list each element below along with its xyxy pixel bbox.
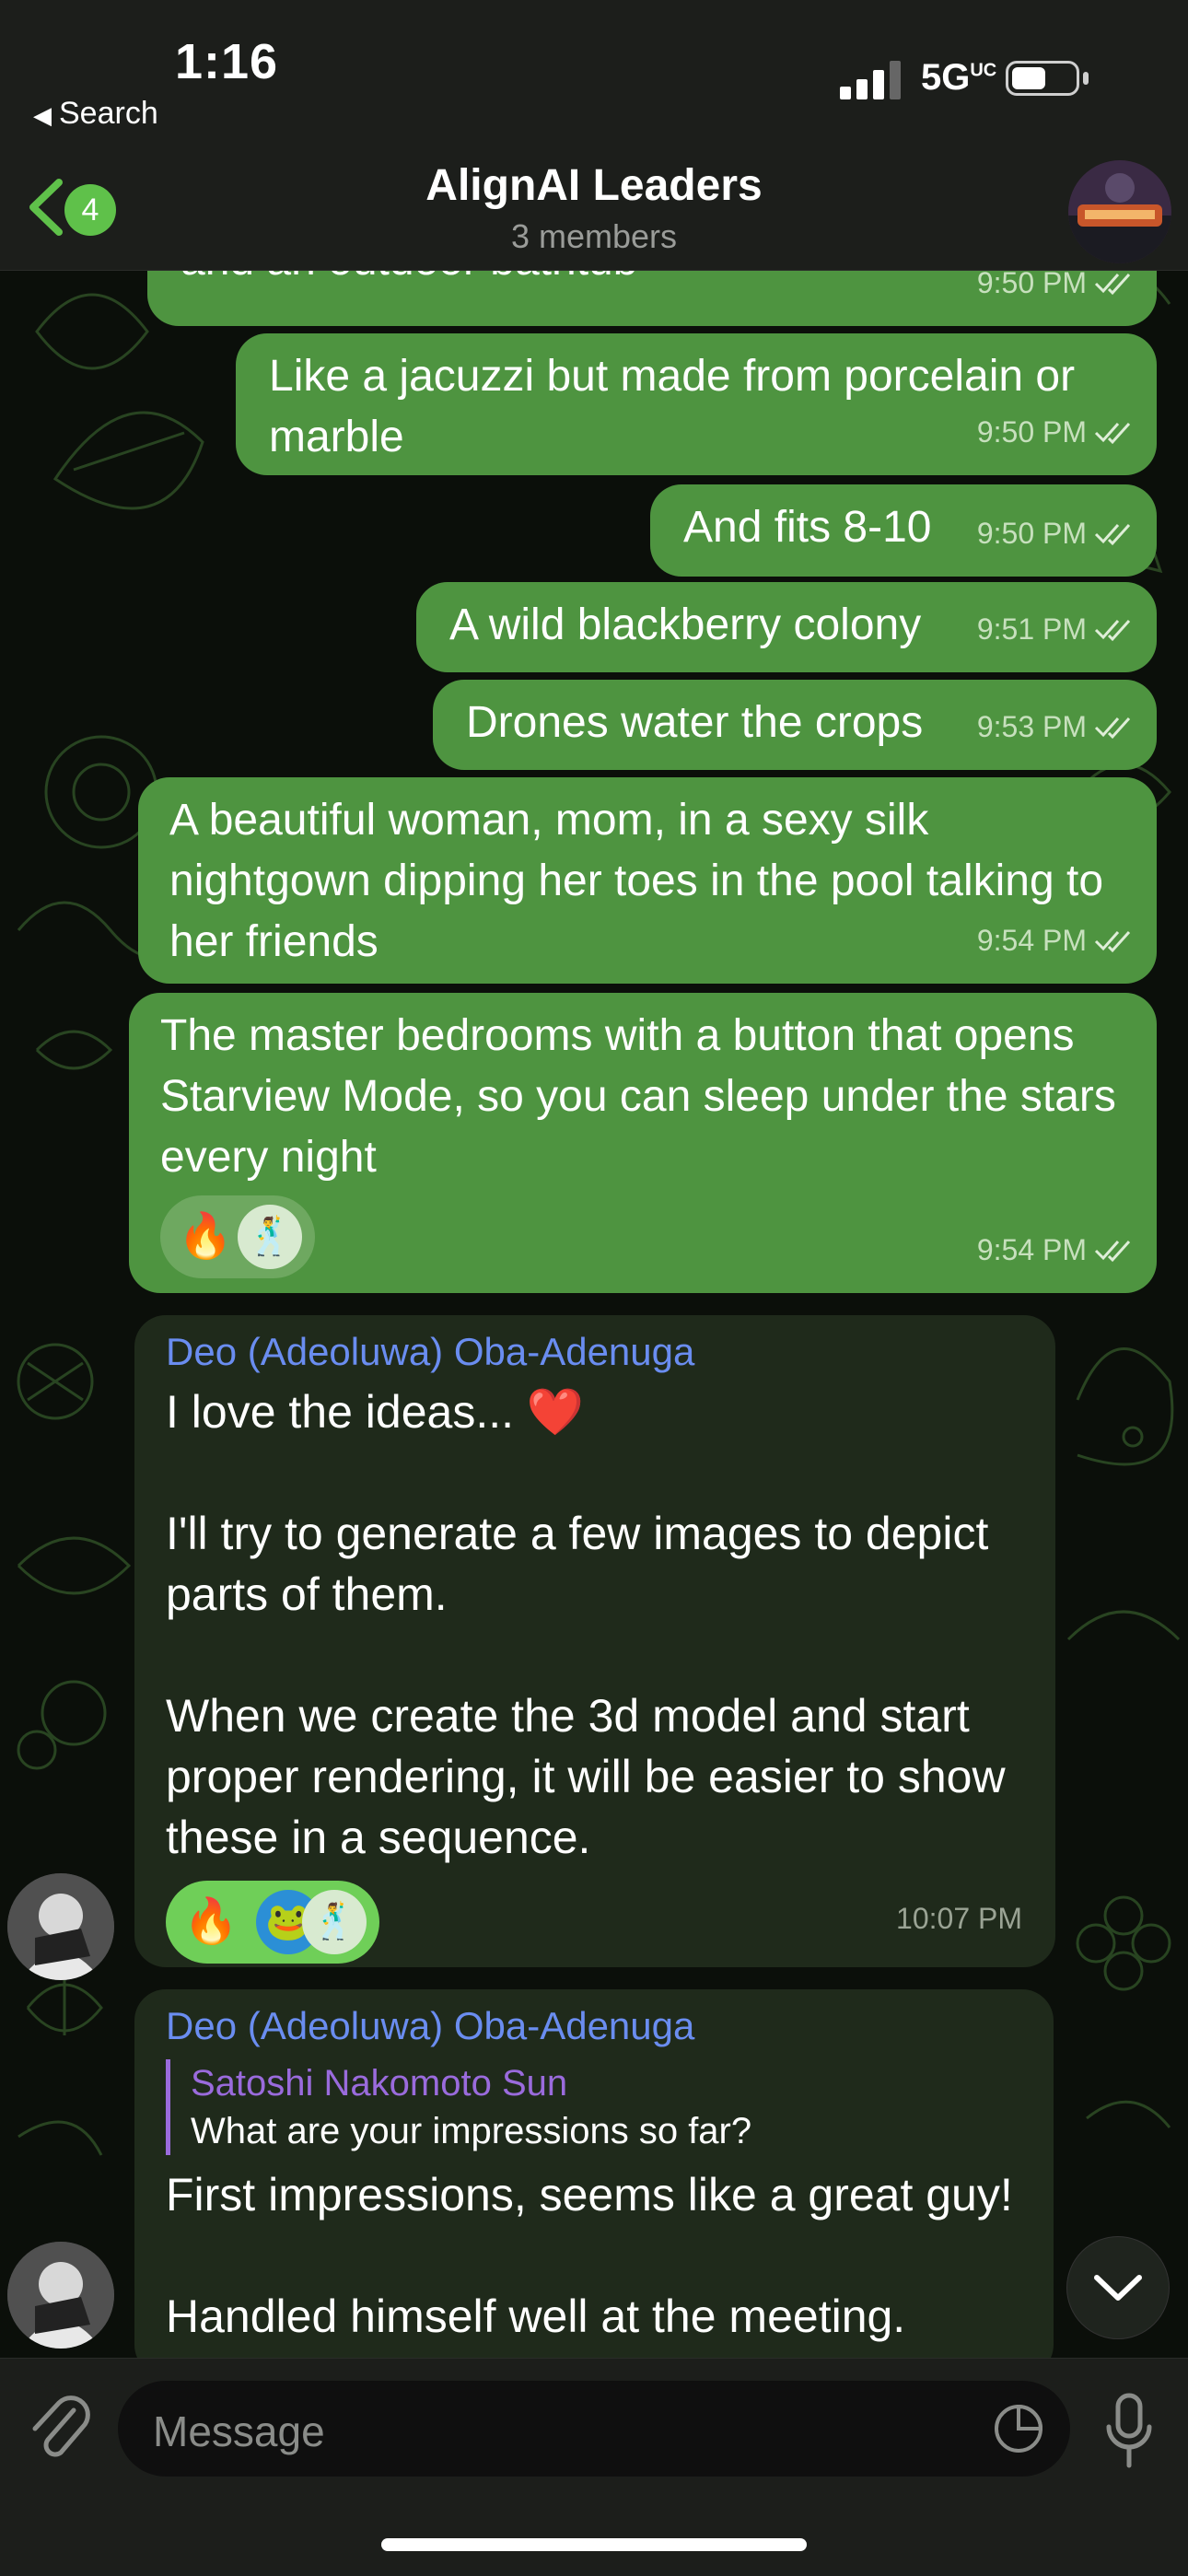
read-checkmarks-icon: [1094, 523, 1131, 546]
back-to-search[interactable]: ◀ Search: [33, 96, 158, 132]
message-bubble-outgoing[interactable]: Like a jacuzzi but made from porcelain o…: [236, 333, 1157, 475]
group-avatar[interactable]: [1068, 160, 1171, 263]
navigation-bar: 1:16 ◀ Search 5GUC 4 AlignAI Leaders 3 me…: [0, 0, 1188, 271]
read-checkmarks-icon: [1094, 273, 1131, 296]
paperclip-icon[interactable]: [28, 2392, 92, 2465]
reply-quote[interactable]: Satoshi Nakomoto Sun What are your impre…: [166, 2059, 1022, 2155]
message-time: 10:07 PM: [896, 1902, 1022, 1935]
reaction-fire[interactable]: 🔥: [179, 1890, 243, 1954]
avatar-photo-icon: [7, 1873, 114, 1980]
chevron-down-icon: [1094, 2275, 1142, 2301]
reactions-row[interactable]: 🔥 🐸 🕺: [166, 1881, 379, 1964]
message-time: 9:50 PM: [976, 517, 1087, 550]
sender-name[interactable]: Deo (Adeoluwa) Oba-Adenuga: [166, 1326, 1024, 1378]
read-checkmarks-icon: [1094, 717, 1131, 740]
group-photo-icon: [1068, 160, 1171, 263]
status-time: 1:16: [175, 34, 279, 89]
reply-author: Satoshi Nakomoto Sun: [191, 2063, 568, 2104]
message-time: 9:54 PM: [976, 1233, 1087, 1266]
read-checkmarks-icon: [1094, 422, 1131, 445]
reaction-dancer[interactable]: 🕺: [238, 1205, 302, 1269]
message-meta: 9:51 PM: [977, 599, 1135, 659]
battery-level: [1012, 67, 1045, 89]
message-meta: 9:53 PM: [977, 696, 1135, 757]
message-meta: 9:50 PM: [977, 402, 1135, 462]
message-placeholder: Message: [153, 2407, 325, 2455]
message-meta: 10:07 PM: [896, 1888, 1022, 1949]
message-bubble-outgoing[interactable]: And fits 8-10 9:50 PM: [650, 484, 1157, 577]
message-time: 9:51 PM: [976, 612, 1087, 646]
home-indicator[interactable]: [381, 2538, 807, 2551]
message-paragraph: I'll try to generate a few images to dep…: [166, 1508, 989, 1620]
battery-nub: [1083, 72, 1089, 85]
reply-text: What are your impressions so far?: [191, 2111, 752, 2151]
read-checkmarks-icon: [1094, 930, 1131, 953]
cellular-signal-icon: [840, 61, 901, 99]
sticker-icon[interactable]: [991, 2401, 1046, 2456]
battery-icon: [1006, 61, 1079, 96]
back-label: Search: [59, 96, 158, 131]
message-meta: 9:50 PM: [977, 503, 1135, 564]
message-bubble-outgoing[interactable]: A beautiful woman, mom, in a sexy silk n…: [138, 777, 1157, 984]
reaction-dancer[interactable]: 🕺: [302, 1890, 367, 1954]
network-sup: UC: [970, 60, 997, 81]
sender-avatar[interactable]: [7, 2242, 114, 2349]
message-bubble-outgoing[interactable]: A wild blackberry colony 9:51 PM: [416, 582, 1157, 672]
message-paragraph: Handled himself well at the meeting.: [166, 2290, 906, 2342]
message-time: 9:53 PM: [976, 710, 1087, 743]
microphone-icon[interactable]: [1101, 2390, 1157, 2473]
message-bubble-incoming[interactable]: Deo (Adeoluwa) Oba-Adenuga I love the id…: [134, 1315, 1055, 1967]
message-paragraph: I love the ideas... ❤️: [166, 1386, 585, 1438]
message-meta: 9:54 PM: [977, 910, 1135, 971]
chat-title[interactable]: AlignAI Leaders: [0, 160, 1188, 211]
network-label: 5G: [921, 57, 971, 98]
message-bubble-incoming[interactable]: Deo (Adeoluwa) Oba-Adenuga Satoshi Nakom…: [134, 1989, 1054, 2376]
read-checkmarks-icon: [1094, 1240, 1131, 1263]
network-type: 5GUC: [921, 57, 996, 99]
message-input[interactable]: Message: [118, 2381, 1070, 2477]
avatar-photo-icon: [7, 2242, 114, 2349]
sender-name[interactable]: Deo (Adeoluwa) Oba-Adenuga: [166, 2000, 1022, 2052]
sender-avatar[interactable]: [7, 1873, 114, 1980]
message-bubble-outgoing[interactable]: The master bedrooms with a button that o…: [129, 993, 1157, 1293]
message-text: Like a jacuzzi but made from porcelain o…: [269, 352, 1076, 461]
message-time: 9:50 PM: [976, 415, 1087, 449]
read-checkmarks-icon: [1094, 619, 1131, 642]
message-paragraph: When we create the 3d model and start pr…: [166, 1690, 1006, 1863]
chat-subtitle[interactable]: 3 members: [0, 217, 1188, 256]
message-paragraph: First impressions, seems like a great gu…: [166, 2169, 1013, 2220]
back-triangle-icon: ◀: [33, 101, 52, 129]
message-time: 9:54 PM: [976, 924, 1087, 957]
message-text: The master bedrooms with a button that o…: [160, 1011, 1116, 1182]
message-bubble-outgoing[interactable]: Drones water the crops 9:53 PM: [433, 680, 1157, 770]
message-list[interactable]: and an outdoor bathtub 9:50 PM Like a ja…: [0, 0, 1188, 2376]
reaction-fire[interactable]: 🔥: [173, 1205, 238, 1269]
scroll-to-bottom-button[interactable]: [1066, 2236, 1170, 2339]
reactions-row[interactable]: 🔥 🕺: [160, 1195, 315, 1278]
message-meta: 9:54 PM: [977, 1219, 1135, 1280]
